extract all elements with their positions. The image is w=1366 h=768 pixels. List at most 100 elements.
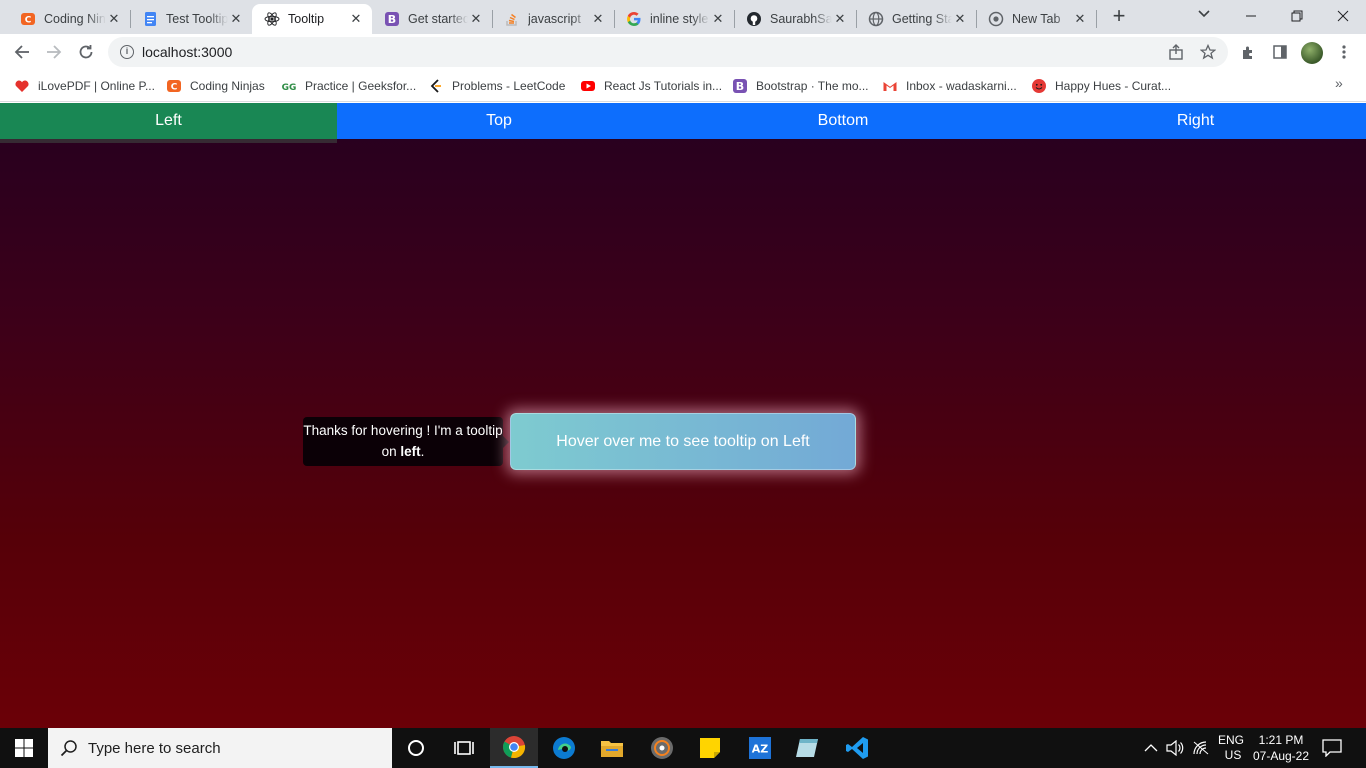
close-icon[interactable]: ✕ (710, 11, 726, 27)
tooltip-bold-text: left (400, 444, 421, 459)
hover-button[interactable]: Hover over me to see tooltip on Left (510, 413, 856, 470)
coding-ninjas-icon: C (166, 78, 182, 94)
tab-title: Getting Sta (892, 12, 952, 26)
bookmark-ilovepdf[interactable]: iLovePDF | Online P... (14, 76, 155, 96)
close-icon[interactable]: ✕ (590, 11, 606, 27)
bookmark-leetcode[interactable]: Problems - LeetCode (428, 76, 565, 96)
notepad-icon[interactable] (784, 728, 832, 768)
google-docs-icon (142, 11, 158, 27)
sticky-notes-icon[interactable] (686, 728, 734, 768)
close-icon[interactable]: ✕ (1072, 11, 1088, 27)
menu-icon[interactable] (1334, 42, 1354, 62)
azure-icon[interactable]: AZ (736, 728, 784, 768)
file-explorer-icon[interactable] (588, 728, 636, 768)
tab-get-started[interactable]: B Get started ✕ (372, 4, 492, 34)
bookmark-react-tutorials[interactable]: React Js Tutorials in... (580, 76, 722, 96)
bookmark-bootstrap[interactable]: B Bootstrap · The mo... (732, 76, 869, 96)
tab-title: javascript (528, 12, 581, 26)
bookmark-gmail[interactable]: Inbox - wadaskarni... (882, 76, 1017, 96)
clock[interactable]: 1:21 PM 07-Aug-22 (1252, 728, 1310, 768)
svg-text:C: C (25, 16, 32, 26)
tab-search-button[interactable] (1193, 6, 1215, 28)
media-player-icon[interactable] (638, 728, 686, 768)
close-icon[interactable]: ✕ (952, 11, 968, 27)
windows-start-icon[interactable] (0, 728, 48, 768)
info-icon[interactable]: i (120, 45, 134, 59)
bootstrap-icon: B (384, 11, 400, 27)
share-icon[interactable] (1166, 42, 1186, 62)
bootstrap-icon: B (732, 78, 748, 94)
bookmark-happy-hues[interactable]: Happy Hues - Curat... (1031, 76, 1171, 96)
chrome-icon[interactable] (490, 728, 538, 768)
vscode-icon[interactable] (834, 728, 882, 768)
close-icon[interactable]: ✕ (832, 11, 848, 27)
restore-button[interactable] (1274, 0, 1320, 32)
close-icon[interactable]: ✕ (228, 11, 244, 27)
tab-title: Get started (408, 12, 468, 26)
taskbar-search[interactable]: Type here to search (48, 728, 392, 768)
language-indicator[interactable]: ENG US (1218, 728, 1244, 768)
nav-top[interactable]: Top (337, 103, 661, 139)
bookmark-star-icon[interactable] (1198, 42, 1218, 62)
new-tab-button[interactable]: + (1107, 5, 1131, 29)
browser-toolbar: i localhost:3000 (0, 34, 1366, 70)
bookmarks-bar: iLovePDF | Online P... C Coding Ninjas G… (0, 70, 1366, 102)
forward-button[interactable] (40, 38, 68, 66)
close-icon[interactable]: ✕ (468, 11, 484, 27)
bookmark-label: React Js Tutorials in... (604, 79, 723, 93)
react-icon (264, 11, 280, 27)
bookmark-label: Bootstrap · The mo... (756, 79, 869, 93)
stackoverflow-icon (504, 11, 520, 27)
edge-icon[interactable] (540, 728, 588, 768)
address-url: localhost:3000 (142, 44, 233, 60)
close-window-button[interactable] (1320, 0, 1366, 32)
youtube-icon (580, 78, 596, 94)
chevron-right-icon[interactable]: » (1335, 75, 1343, 91)
language-code: ENG (1218, 733, 1245, 747)
tab-tooltip[interactable]: Tooltip ✕ (252, 4, 372, 34)
tab-getting-started[interactable]: Getting Sta ✕ (856, 4, 976, 34)
tab-github[interactable]: SaurabhSa ✕ (734, 4, 856, 34)
bookmark-label: iLovePDF | Online P... (38, 79, 155, 93)
active-nav-indicator (0, 139, 337, 143)
nav-left[interactable]: Left (0, 103, 337, 139)
globe-icon (868, 11, 884, 27)
chrome-icon (988, 11, 1004, 27)
svg-text:AZ: AZ (752, 743, 769, 756)
svg-text:B: B (388, 13, 396, 26)
tab-test-tooltip[interactable]: Test Tooltip ✕ (130, 4, 252, 34)
bookmark-label: Problems - LeetCode (452, 79, 566, 93)
tab-javascript[interactable]: javascript ✕ (492, 4, 614, 34)
cortana-icon[interactable] (392, 728, 440, 768)
bookmark-coding-ninjas[interactable]: C Coding Ninjas (166, 76, 265, 96)
tab-title: New Tab (1012, 12, 1061, 26)
show-hidden-icons[interactable] (1144, 728, 1158, 768)
svg-text:GG: GG (282, 83, 297, 93)
tab-title: SaurabhSa (770, 12, 832, 26)
side-panel-icon[interactable] (1270, 42, 1290, 62)
profile-avatar[interactable] (1301, 42, 1323, 64)
tab-new-tab[interactable]: New Tab ✕ (976, 4, 1096, 34)
close-icon[interactable]: ✕ (106, 11, 122, 27)
github-icon (746, 11, 762, 27)
position-navbar: Left Top Bottom Right (0, 103, 1366, 139)
extensions-icon[interactable] (1238, 42, 1258, 62)
clock-date: 07-Aug-22 (1252, 749, 1310, 763)
search-placeholder: Type here to search (88, 739, 221, 757)
volume-icon[interactable] (1166, 728, 1184, 768)
task-view-icon[interactable] (440, 728, 488, 768)
minimize-button[interactable] (1228, 0, 1274, 32)
tab-inline-style[interactable]: inline style ✕ (614, 4, 734, 34)
reload-button[interactable] (72, 38, 100, 66)
bookmark-geeksforgeeks[interactable]: GG Practice | Geeksfor... (281, 76, 417, 96)
tab-coding-ninjas[interactable]: C Coding Ninjas ✕ (8, 4, 130, 34)
network-icon[interactable] (1192, 728, 1210, 768)
nav-bottom[interactable]: Bottom (661, 103, 1025, 139)
address-bar[interactable]: i localhost:3000 (108, 37, 1228, 67)
close-icon[interactable]: ✕ (348, 11, 364, 27)
coding-ninjas-icon: C (20, 11, 36, 27)
bookmark-label: Happy Hues - Curat... (1055, 79, 1172, 93)
nav-right[interactable]: Right (1025, 103, 1366, 139)
back-button[interactable] (8, 38, 36, 66)
notification-icon[interactable] (1322, 728, 1342, 768)
